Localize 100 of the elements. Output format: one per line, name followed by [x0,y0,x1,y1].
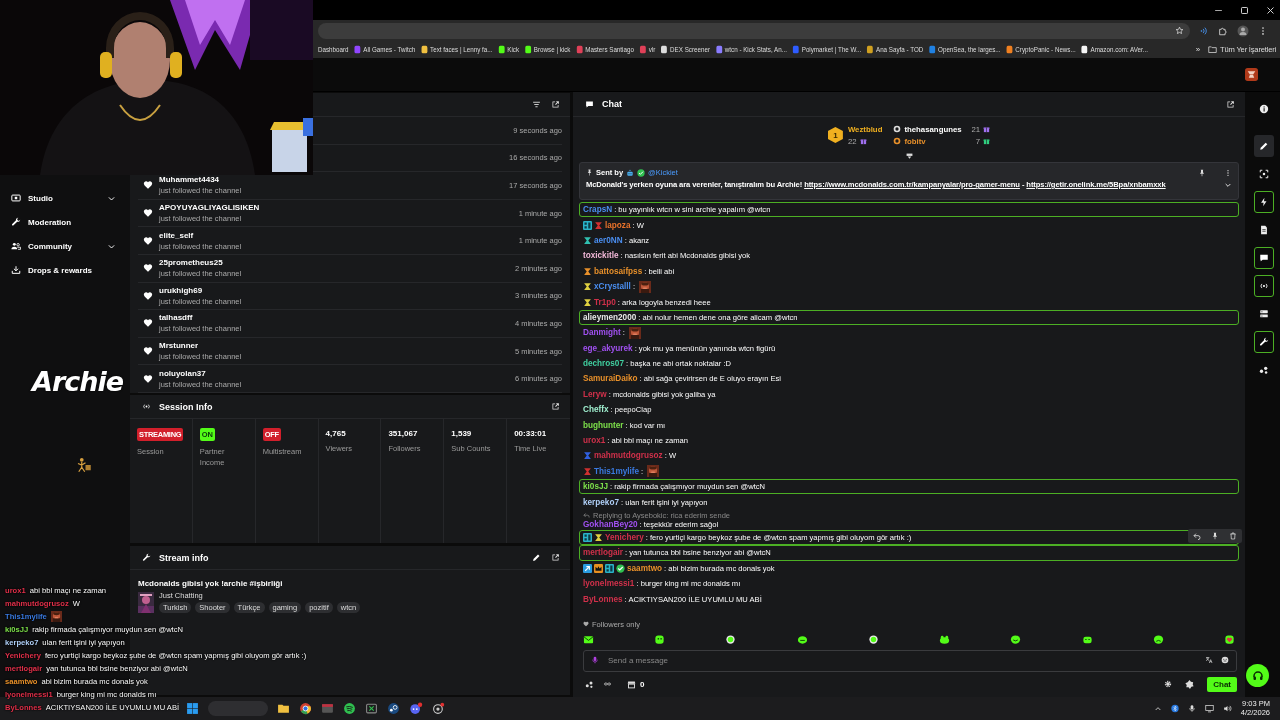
microphone-icon[interactable] [1187,704,1196,713]
username[interactable]: urox1 [583,436,606,446]
username[interactable]: Tr1p0 [594,297,616,307]
music-app-icon[interactable] [343,702,356,715]
username[interactable]: Leryw [583,389,607,399]
browser-icon[interactable] [299,702,312,715]
bookmark[interactable]: Dashboard [318,45,349,54]
more-bookmarks[interactable]: » [1195,45,1201,54]
star-icon[interactable] [1175,26,1184,35]
pin-icon[interactable] [1198,168,1206,177]
emote-icon[interactable] [796,633,808,645]
emote-icon[interactable] [654,633,666,645]
popout-icon[interactable] [1226,99,1235,109]
app-window-icon[interactable] [321,702,334,715]
message-field[interactable]: Send a message [583,649,1237,672]
bookmark[interactable]: OpenSea, the larges... [928,45,1001,54]
username[interactable]: lapoza [605,220,631,230]
panel-title: Session Info [159,401,214,412]
emote-icon[interactable] [1010,633,1022,645]
emoji-icon[interactable] [1221,656,1229,664]
username[interactable]: saamtwo [627,563,663,573]
username[interactable]: CrapsN [583,205,613,215]
rail-button[interactable] [1254,191,1274,213]
sound-wave-icon[interactable] [1199,25,1209,36]
bluetooth-icon[interactable] [1170,704,1179,713]
folder-icon[interactable] [277,702,290,715]
discord-icon[interactable] [409,702,423,715]
emote-icon[interactable] [1152,633,1164,645]
app-logo-icon[interactable] [1245,68,1258,81]
rail-button[interactable] [1254,247,1274,269]
monitor-icon[interactable] [1204,704,1214,713]
sidebar-item[interactable]: Studio [0,186,130,210]
points-icon[interactable] [585,679,594,689]
bookmark[interactable]: Browse | kick [524,45,571,54]
close-icon[interactable] [1266,5,1275,15]
emote-icon[interactable] [725,633,737,645]
sidebar-item[interactable]: Drops & rewards [0,258,130,282]
username[interactable]: battosaifpss [594,266,643,276]
username[interactable]: GokhanBey20 [583,519,638,529]
emote-icon[interactable] [1223,633,1235,645]
heart-icon [143,180,153,191]
username[interactable]: bughunter [583,420,624,430]
collapse-arrow-icon[interactable] [904,153,914,160]
bookmark[interactable]: Masters Santiago [575,45,634,54]
sidebar-item[interactable]: Community [0,234,130,258]
settings-icon[interactable] [1164,680,1173,688]
bookmark[interactable]: All Games - Twitch [354,45,416,54]
bookmark[interactable]: wtcn - Kick Stats, An... [715,45,787,54]
emote-icon[interactable] [583,633,594,645]
username[interactable]: mertlogair [583,548,624,558]
bookmark[interactable]: Kick [497,45,519,54]
username[interactable]: This1mylife [594,466,640,476]
username[interactable]: Danmight [583,328,621,338]
username[interactable]: ege_akyurek [583,343,633,353]
rail-button[interactable] [1254,135,1274,157]
rail-button[interactable] [1254,275,1274,297]
rail-button[interactable] [1254,331,1274,353]
bookmark[interactable]: CryptoPanic - News... [1006,45,1076,54]
chat-send-button[interactable]: Chat [1207,676,1237,692]
username[interactable]: lyonelmessi1 [583,579,635,589]
steam-icon[interactable] [387,702,400,715]
bookmark[interactable]: DEX Screener [660,45,710,54]
username[interactable]: aer0NN [594,235,623,245]
sidebar-item[interactable]: Moderation [0,210,130,234]
popout-icon[interactable] [551,553,560,562]
username[interactable]: Cheffx [583,405,609,415]
emote-icon[interactable] [867,633,879,645]
maximize-icon[interactable] [1240,5,1249,15]
more-icon[interactable] [1224,168,1232,177]
badge-icon[interactable] [1184,678,1196,690]
username[interactable]: dechros07 [583,359,624,369]
record-app-icon[interactable] [432,702,445,715]
translate-icon[interactable] [1205,656,1213,664]
store-button[interactable]: 0 [627,679,645,689]
filter-icon[interactable] [532,100,541,109]
game-app-icon[interactable] [365,702,378,715]
username[interactable]: ByLonnes [583,594,623,604]
username[interactable]: alieymen2000 [583,312,637,322]
username[interactable]: kerpeko7 [583,497,619,507]
chevron-up-icon[interactable] [1153,704,1162,713]
extension-icon[interactable] [1218,25,1228,36]
edit-icon[interactable] [532,553,541,562]
username[interactable]: ki0sJJ [583,482,609,492]
bookmark[interactable]: Text faces | Lenny fa... [420,45,493,54]
speaker-icon[interactable] [1222,704,1232,713]
bookmark[interactable]: Ana Sayfa - TOD [866,45,924,54]
username[interactable]: mahmutdogrusoz [594,451,663,461]
popout-icon[interactable] [551,100,560,109]
address-field[interactable] [318,22,1190,39]
username[interactable]: xCrystalll [594,282,631,292]
emote-icon[interactable] [939,633,951,645]
username[interactable]: SamuraiDaiko [583,374,638,384]
bookmark[interactable]: Amazon.com: AVer... [1081,45,1148,54]
popout-icon[interactable] [551,402,560,411]
windows-logo-icon[interactable] [186,702,199,715]
bookmark[interactable]: vlr [639,45,656,54]
bookmark[interactable]: Polymarket | The W... [792,45,862,54]
username[interactable]: Yenichery [605,533,644,542]
profile-avatar-icon[interactable] [1237,24,1249,37]
username[interactable]: toxickitle [583,251,619,261]
